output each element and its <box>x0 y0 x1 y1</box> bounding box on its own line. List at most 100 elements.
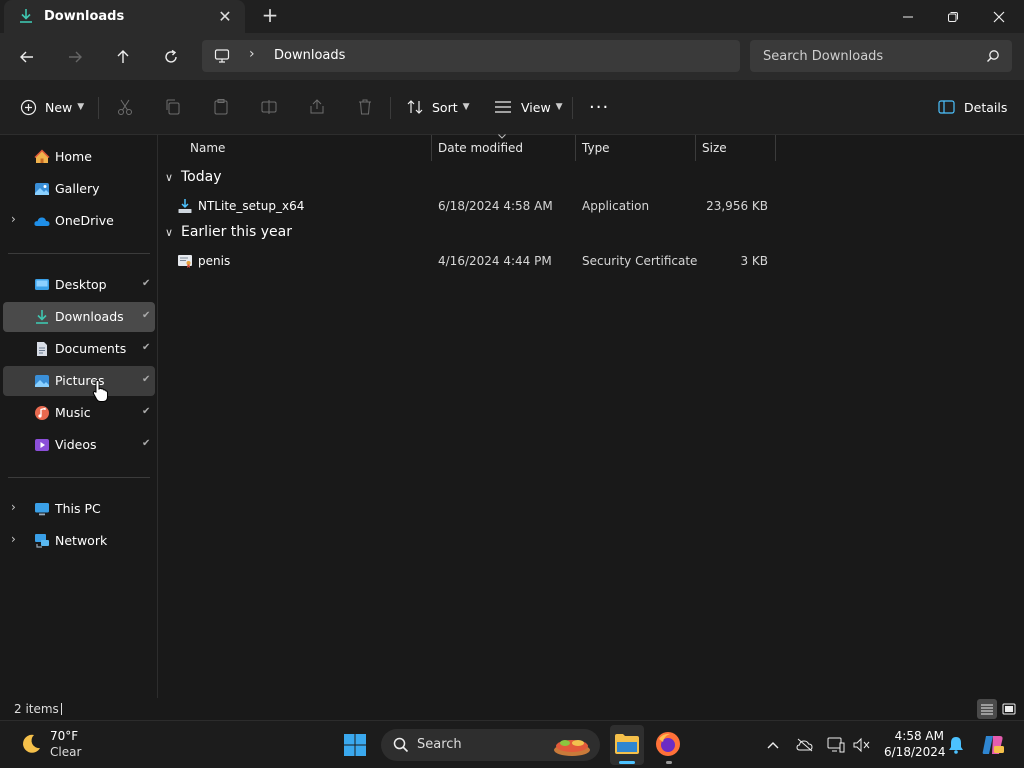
installer-icon <box>178 199 192 213</box>
search-icon <box>987 50 999 62</box>
search-box[interactable] <box>750 40 1012 72</box>
sidebar-item-gallery[interactable]: Gallery <box>3 174 155 204</box>
sidebar-item-this-pc[interactable]: › This PC <box>3 494 155 524</box>
clock-time[interactable]: 4:58 AM <box>884 729 944 743</box>
firefox-icon <box>656 732 680 756</box>
back-button[interactable] <box>13 43 41 71</box>
monitor-icon <box>214 49 230 63</box>
volume-muted-icon[interactable] <box>853 737 871 753</box>
active-indicator <box>619 761 635 764</box>
up-button[interactable] <box>109 43 137 71</box>
sidebar-item-videos[interactable]: Videos ✔ <box>3 430 155 460</box>
column-divider[interactable] <box>775 135 776 161</box>
tab-title: Downloads <box>44 9 125 24</box>
minimize-icon <box>903 16 913 17</box>
new-tab-button[interactable]: + <box>258 4 282 28</box>
sort-icon <box>407 100 423 114</box>
arrow-right-icon <box>69 51 82 63</box>
taskbar-file-explorer[interactable] <box>610 725 644 765</box>
collapse-chevron-icon[interactable]: ∨ <box>165 226 173 239</box>
windows-logo-icon <box>344 734 366 756</box>
expand-chevron[interactable]: › <box>11 500 16 514</box>
copilot-icon[interactable] <box>981 733 1005 757</box>
video-icon <box>35 439 49 451</box>
sidebar-item-pictures[interactable]: Pictures ✔ <box>3 366 155 396</box>
restore-button[interactable] <box>930 0 976 33</box>
chevron-up-icon[interactable] <box>767 741 779 749</box>
running-indicator <box>666 761 672 764</box>
address-field[interactable]: › Downloads <box>202 40 740 72</box>
column-divider[interactable] <box>575 135 576 161</box>
cloud-offline-icon[interactable] <box>796 738 814 752</box>
divider <box>572 97 573 119</box>
tab-close-button[interactable]: ✕ <box>216 7 234 26</box>
sidebar-item-downloads[interactable]: Downloads ✔ <box>3 302 155 332</box>
group-header-today[interactable]: ∨ Today <box>165 169 465 191</box>
details-view-icon <box>981 704 993 715</box>
desktop-icon <box>35 279 49 290</box>
minimize-button[interactable] <box>885 0 931 33</box>
column-divider[interactable] <box>695 135 696 161</box>
start-button[interactable] <box>343 733 367 757</box>
breadcrumb-downloads[interactable]: Downloads <box>274 48 345 63</box>
close-window-button[interactable] <box>976 0 1022 33</box>
delete-icon[interactable] <box>356 98 374 116</box>
new-button[interactable]: New ▼ <box>20 94 84 120</box>
sidebar-item-documents[interactable]: Documents ✔ <box>3 334 155 364</box>
sidebar-item-network[interactable]: › Network <box>3 526 155 556</box>
chevron-down-icon: ▼ <box>555 102 563 112</box>
notification-bell-icon[interactable] <box>948 736 964 754</box>
new-label: New <box>45 99 73 115</box>
column-header-size[interactable]: Size <box>702 135 775 161</box>
pin-icon: ✔ <box>142 374 151 385</box>
details-view-button[interactable] <box>977 699 997 719</box>
sort-button[interactable]: Sort ▼ <box>407 94 470 120</box>
pin-icon: ✔ <box>142 310 151 321</box>
forward-button[interactable] <box>61 43 89 71</box>
rename-icon[interactable] <box>260 98 278 116</box>
details-button[interactable]: Details <box>938 94 1007 120</box>
download-icon <box>20 9 32 23</box>
clock-date[interactable]: 6/18/2024 <box>884 745 946 759</box>
pin-icon: ✔ <box>142 438 151 449</box>
arrow-up-icon <box>117 50 129 63</box>
tab-downloads[interactable]: Downloads ✕ <box>4 0 245 33</box>
column-divider[interactable] <box>431 135 432 161</box>
details-pane-icon <box>938 100 955 114</box>
expand-chevron[interactable]: › <box>11 212 16 226</box>
music-icon <box>35 406 49 420</box>
download-icon <box>36 310 48 324</box>
paste-icon[interactable] <box>212 98 230 116</box>
sidebar-item-onedrive[interactable]: › OneDrive <box>3 206 155 236</box>
command-bar: New ▼ Sort ▼ View ▼ ··· Details <box>0 80 1024 135</box>
sidebar-item-home[interactable]: Home <box>3 142 155 172</box>
column-header-type[interactable]: Type <box>582 135 695 161</box>
taskbar-firefox[interactable] <box>655 731 683 764</box>
divider <box>8 477 150 478</box>
weather-temp: 70°F <box>50 729 79 743</box>
group-header-earlier-this-year[interactable]: ∨ Earlier this year <box>165 224 465 246</box>
breadcrumb-chevron[interactable]: › <box>249 46 255 62</box>
cut-icon[interactable] <box>116 98 134 116</box>
collapse-chevron-icon[interactable]: ∨ <box>165 171 173 184</box>
column-header-name[interactable]: Name <box>190 135 431 161</box>
search-input[interactable] <box>750 40 980 72</box>
view-button[interactable]: View ▼ <box>494 94 563 120</box>
column-header-date[interactable]: Date modified <box>438 134 575 161</box>
file-row[interactable]: penis 4/16/2024 4:44 PM Security Certifi… <box>165 250 777 272</box>
taskbar-search[interactable]: Search <box>381 729 600 761</box>
sidebar-item-desktop[interactable]: Desktop ✔ <box>3 270 155 300</box>
copy-icon[interactable] <box>164 98 182 116</box>
view-label: View <box>521 99 551 115</box>
sidebar-item-music[interactable]: Music ✔ <box>3 398 155 428</box>
file-row[interactable]: NTLite_setup_x64 6/18/2024 4:58 AM Appli… <box>165 195 777 217</box>
view-list-icon <box>495 101 511 113</box>
share-icon[interactable] <box>308 98 326 116</box>
display-icon[interactable] <box>827 737 845 753</box>
expand-chevron[interactable]: › <box>11 532 16 546</box>
large-icons-view-button[interactable] <box>999 699 1019 719</box>
pin-icon: ✔ <box>142 342 151 353</box>
more-options-button[interactable]: ··· <box>589 94 609 120</box>
divider <box>98 97 99 119</box>
refresh-button[interactable] <box>157 43 185 71</box>
